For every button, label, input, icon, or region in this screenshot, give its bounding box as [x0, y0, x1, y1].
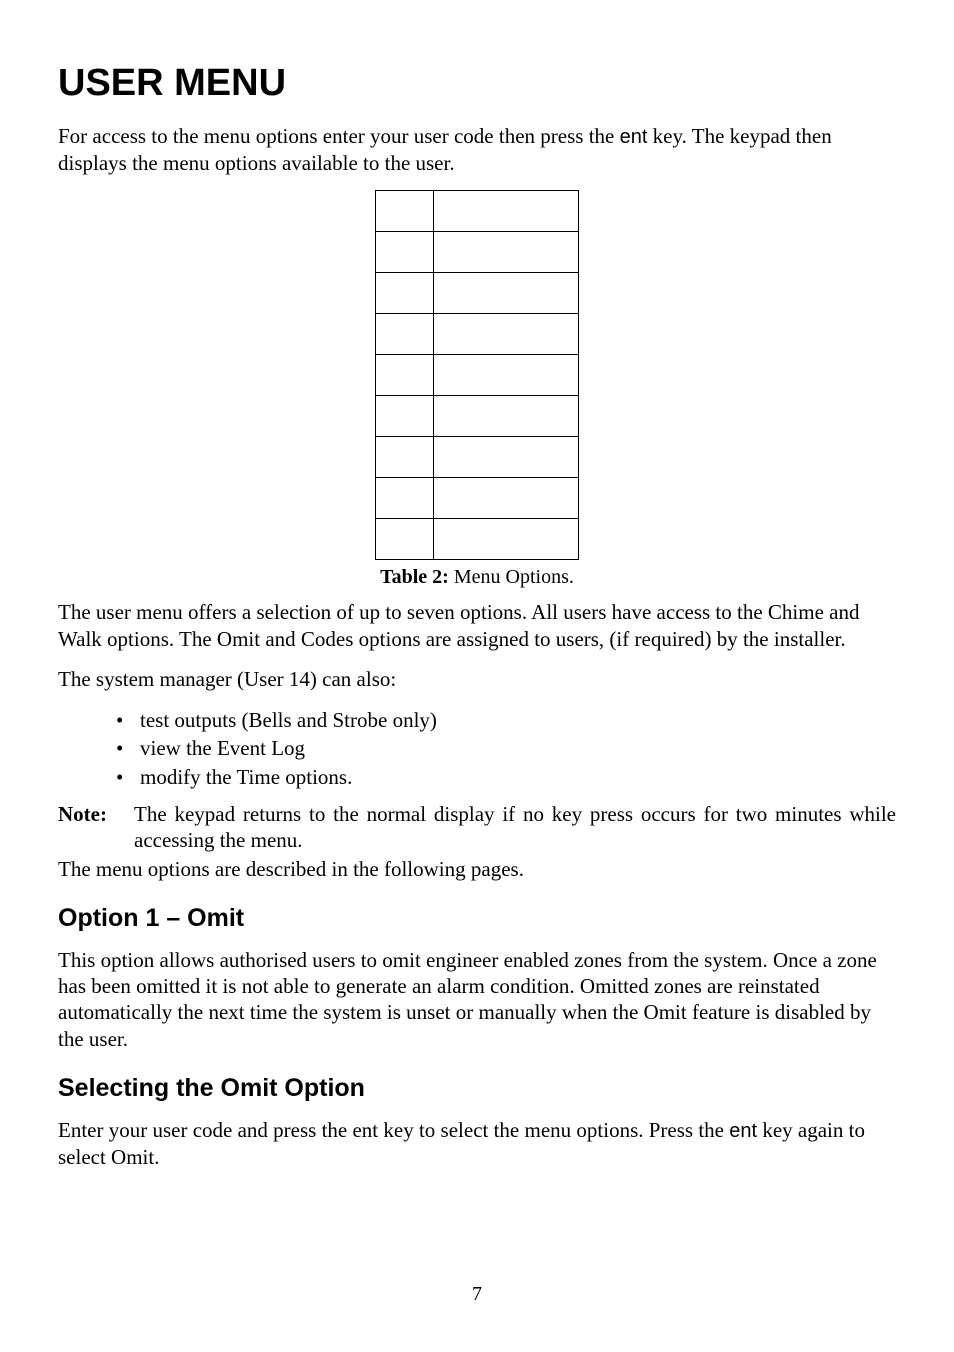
list-item: modify the Time options. [58, 763, 896, 791]
table-container [58, 190, 896, 560]
table-caption: Table 2: Menu Options. [58, 566, 896, 589]
heading-option-1-omit: Option 1 – Omit [58, 904, 896, 933]
page-number: 7 [0, 1283, 954, 1306]
ent-key-label: ent [620, 126, 648, 148]
heading-selecting-omit: Selecting the Omit Option [58, 1074, 896, 1103]
table-row [376, 314, 579, 355]
table-row [376, 232, 579, 273]
page-title: USER MENU [58, 62, 896, 105]
note-label: Note: [58, 801, 134, 854]
paragraph-2: The user menu offers a selection of up t… [58, 599, 896, 652]
select-text-a: Enter your user code and press the ent k… [58, 1118, 729, 1142]
menu-options-table [375, 190, 579, 560]
intro-paragraph: For access to the menu options enter you… [58, 123, 896, 176]
table-row [376, 519, 579, 560]
table-row [376, 355, 579, 396]
table-row [376, 478, 579, 519]
list-item: view the Event Log [58, 734, 896, 762]
table-row [376, 191, 579, 232]
ent-key-label-2: ent [729, 1120, 757, 1142]
intro-text-a: For access to the menu options enter you… [58, 124, 620, 148]
table-row [376, 396, 579, 437]
table-caption-bold: Table 2: [380, 566, 449, 588]
bullet-list: test outputs (Bells and Strobe only) vie… [58, 706, 896, 791]
note: Note: The keypad returns to the normal d… [58, 801, 896, 854]
paragraph-3: The system manager (User 14) can also: [58, 666, 896, 692]
list-item: test outputs (Bells and Strobe only) [58, 706, 896, 734]
table-caption-rest: Menu Options. [449, 566, 574, 588]
paragraph-4: The menu options are described in the fo… [58, 856, 896, 882]
paragraph-omit: This option allows authorised users to o… [58, 947, 896, 1052]
table-row [376, 273, 579, 314]
table-row [376, 437, 579, 478]
note-text: The keypad returns to the normal display… [134, 801, 896, 854]
paragraph-select: Enter your user code and press the ent k… [58, 1117, 896, 1170]
